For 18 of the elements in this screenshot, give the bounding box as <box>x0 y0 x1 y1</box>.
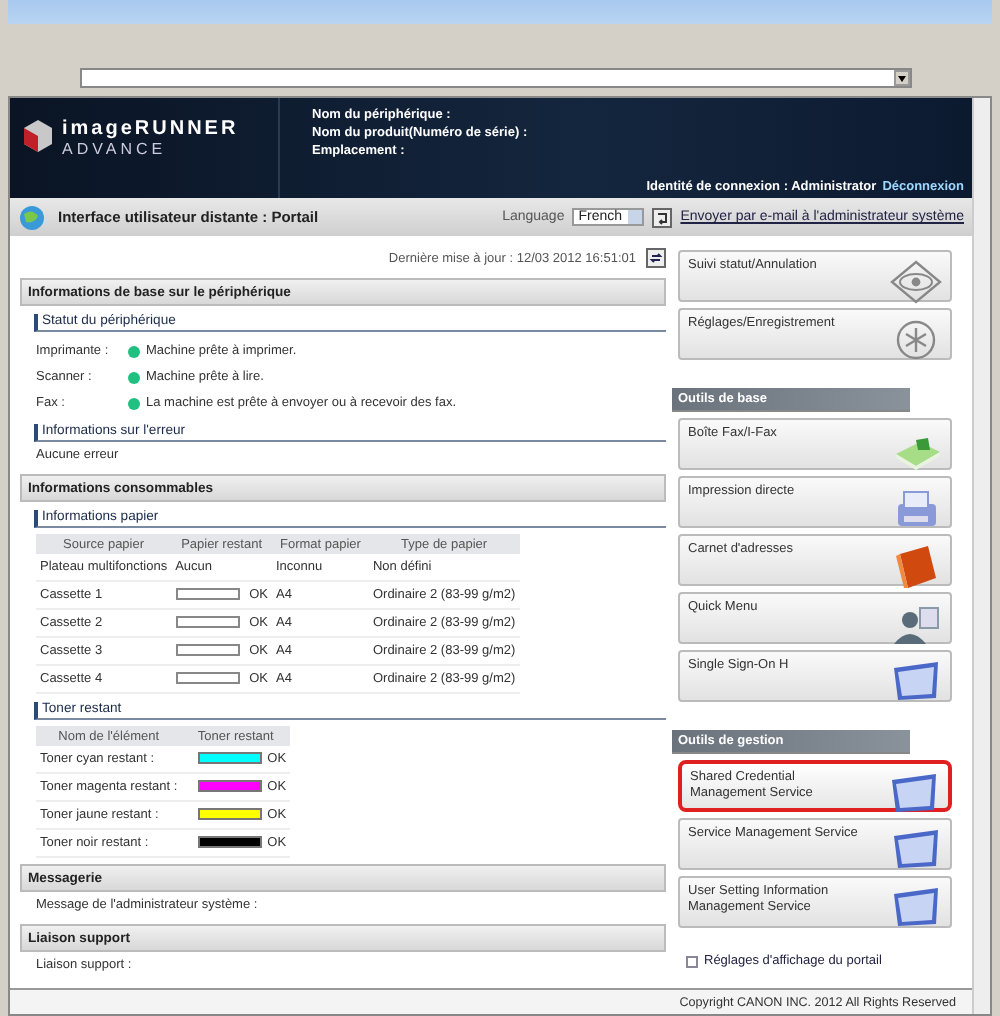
scrollbar[interactable] <box>972 98 990 1014</box>
refresh-button[interactable] <box>646 248 666 268</box>
eye-icon <box>888 258 944 306</box>
monitor-icon <box>888 884 944 932</box>
brand-name: imageRUNNER <box>62 118 239 140</box>
paper-gauge <box>175 616 240 629</box>
address-dropdown[interactable] <box>80 68 912 88</box>
globe-icon <box>18 203 46 231</box>
monitor-icon <box>888 658 944 706</box>
paper-gauge <box>175 588 240 601</box>
monitor-icon <box>886 770 942 818</box>
paper-gauge <box>175 644 240 657</box>
paper-gauge <box>175 672 240 685</box>
cube-logo-icon <box>22 118 54 154</box>
apply-button[interactable] <box>652 207 673 227</box>
bullet-icon <box>686 955 698 967</box>
monitor-icon <box>888 826 944 874</box>
brand-subtitle: ADVANCE <box>62 140 169 158</box>
